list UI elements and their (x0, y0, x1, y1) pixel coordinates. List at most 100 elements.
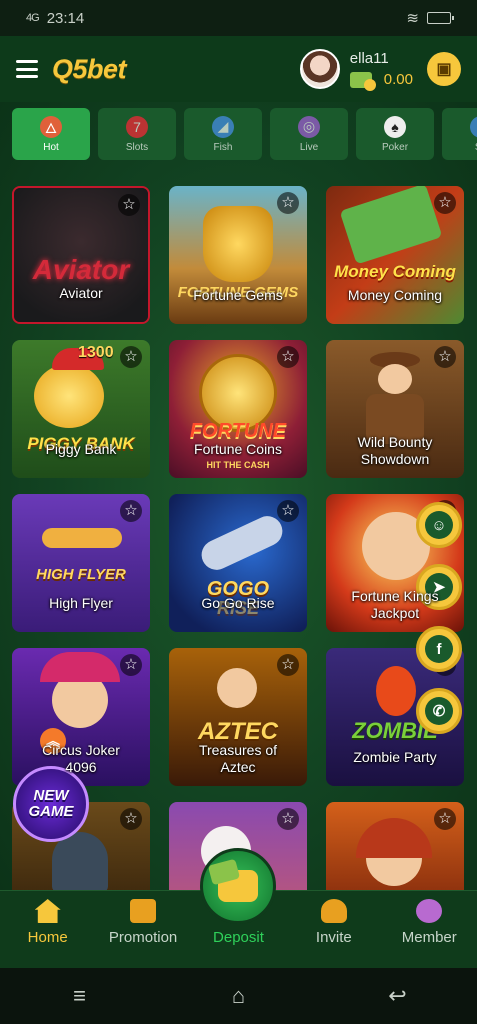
new-game-badge[interactable]: NEW GAME (13, 766, 89, 842)
game-name: High Flyer (49, 595, 113, 611)
favorite-star-icon[interactable]: ☆ (120, 808, 142, 830)
game-card-wild-bounty-showdown[interactable]: ☆ Wild Bounty Showdown (326, 340, 464, 478)
game-name: Go Go Rise (201, 595, 275, 611)
money-icon (349, 71, 376, 91)
aviator-logo-text: Aviator (32, 254, 130, 285)
deposit-button[interactable] (200, 848, 276, 924)
tab-slots[interactable]: 7 Slots (98, 108, 176, 160)
piggy-price-badge: 1300 (78, 344, 114, 361)
game-name: Zombie Party (353, 749, 437, 765)
tab-live[interactable]: ◎ Live (270, 108, 348, 160)
tab-label: Hot (43, 141, 59, 153)
back-icon[interactable]: ↩ (383, 983, 413, 1008)
game-name: Fortune Kings Jackpot (351, 588, 439, 621)
app-header: Q5bet ella11 0.00 ▣ (0, 36, 477, 102)
game-name: Money Coming (347, 287, 443, 303)
nav-label: Invite (315, 929, 352, 946)
nav-label: Home (27, 929, 68, 946)
tab-sport[interactable]: ● Sp (442, 108, 477, 160)
nav-invite[interactable]: Invite (294, 899, 374, 946)
new-game-line2: GAME (28, 803, 74, 820)
wallet-icon[interactable]: ▣ (427, 52, 461, 86)
game-name: Wild Bounty Showdown (357, 434, 433, 467)
cards-icon: ♠ (384, 115, 406, 138)
customer-service-button[interactable]: ☺ (416, 502, 462, 548)
favorite-star-icon[interactable]: ☆ (277, 808, 299, 830)
fortune-logo-text: FORTUNE (189, 420, 287, 442)
game-card-piggy-bank[interactable]: 1300 PIGGY BANK ☆ Piggy Bank (12, 340, 150, 478)
username: ella11 (349, 50, 389, 67)
headset-icon: ☺ (425, 511, 453, 539)
nav-label: Member (401, 929, 457, 946)
favorite-star-icon[interactable]: ☆ (277, 500, 299, 522)
category-tabs: 🜂 Hot 7 Slots ◢ Fish ◎ Live ♠ Poker ● Sp (12, 108, 477, 162)
favorite-star-icon[interactable]: ☆ (118, 194, 140, 216)
nav-label: Promotion (108, 929, 178, 946)
game-card-fortune-coins[interactable]: FORTUNE HIT THE CASH ☆ Fortune Coins (169, 340, 307, 478)
balance: 0.00 (383, 71, 413, 88)
favorite-star-icon[interactable]: ☆ (277, 192, 299, 214)
flame-icon: 🜂 (40, 115, 62, 138)
battery-icon (427, 12, 454, 24)
slot-machine-icon: 7 (126, 115, 148, 138)
game-card-fortune-gems[interactable]: FORTUNE GEMS ☆ Fortune Gems (169, 186, 307, 324)
tab-hot[interactable]: 🜂 Hot (12, 108, 90, 160)
favorite-star-icon[interactable]: ☆ (434, 192, 456, 214)
hit-the-cash-text: HIT THE CASH (206, 460, 270, 470)
favorite-star-icon[interactable]: ☆ (434, 346, 456, 368)
game-name: Piggy Bank (45, 441, 117, 457)
favorite-star-icon[interactable]: ☆ (277, 654, 299, 676)
facebook-icon: f (425, 635, 453, 663)
game-card-aviator[interactable]: Aviator ☆ Aviator (12, 186, 150, 324)
game-name: Fortune Coins (194, 441, 282, 457)
game-name: Aviator (59, 285, 103, 301)
game-name: Circus Joker 4096 (42, 742, 120, 775)
recent-apps-icon[interactable]: ≡ (65, 983, 95, 1008)
user-panel: ella11 0.00 ▣ (299, 49, 461, 91)
game-name: Fortune Gems (193, 287, 283, 303)
avatar[interactable] (299, 49, 340, 89)
nav-member[interactable]: Member (389, 899, 469, 946)
favorite-star-icon[interactable]: ☆ (120, 500, 142, 522)
shark-icon: ◢ (212, 115, 234, 138)
invite-person-icon (320, 899, 347, 923)
high-flyer-logo-text: HIGH FLYER (36, 566, 126, 583)
tab-poker[interactable]: ♠ Poker (356, 108, 434, 160)
favorite-star-icon[interactable]: ☆ (120, 654, 142, 676)
game-card-treasures-of-aztec[interactable]: AZTEC ☆ Treasures of Aztec (169, 648, 307, 786)
wifi-icon: ≋ (406, 10, 419, 27)
sport-icon: ● (470, 115, 477, 138)
game-card-circus-joker-4096[interactable]: ☆ Circus Joker 4096 (12, 648, 150, 786)
game-name: Treasures of Aztec (198, 742, 278, 775)
tab-label: Poker (381, 141, 409, 153)
money-bag-icon (218, 870, 258, 902)
system-nav-bar: ≡ ⌂ ↩ (0, 968, 477, 1024)
nav-promotion[interactable]: Promotion (103, 899, 183, 946)
roulette-icon: ◎ (298, 115, 320, 138)
tab-label: Live (299, 141, 319, 153)
whatsapp-icon: ✆ (425, 697, 453, 725)
favorite-star-icon[interactable]: ☆ (120, 346, 142, 368)
nav-label: Deposit (213, 929, 264, 946)
new-game-line1: NEW (33, 787, 69, 804)
game-card-high-flyer[interactable]: HIGH FLYER ☆ High Flyer (12, 494, 150, 632)
favorite-star-icon[interactable]: ☆ (277, 346, 299, 368)
status-bar: 4G 23:14 ≋ (0, 0, 477, 36)
home-icon (34, 899, 61, 923)
tab-fish[interactable]: ◢ Fish (184, 108, 262, 160)
logo[interactable]: Q5bet (52, 54, 127, 85)
menu-icon[interactable] (16, 60, 38, 78)
tab-label: Fish (213, 141, 233, 153)
gift-icon (130, 899, 157, 923)
favorite-star-icon[interactable]: ☆ (434, 808, 456, 830)
clock: 23:14 (46, 9, 85, 27)
facebook-button[interactable]: f (416, 626, 462, 672)
nav-home[interactable]: Home (8, 899, 88, 946)
whatsapp-button[interactable]: ✆ (416, 688, 462, 734)
money-coming-logo-text: Money Coming (334, 262, 456, 281)
member-badge-icon (416, 899, 443, 923)
game-card-money-coming[interactable]: Money Coming ☆ Money Coming (326, 186, 464, 324)
signal-icon: 4G (26, 12, 40, 24)
home-system-icon[interactable]: ⌂ (224, 983, 254, 1008)
game-card-go-go-rise[interactable]: GOGO RISE ☆ Go Go Rise (169, 494, 307, 632)
